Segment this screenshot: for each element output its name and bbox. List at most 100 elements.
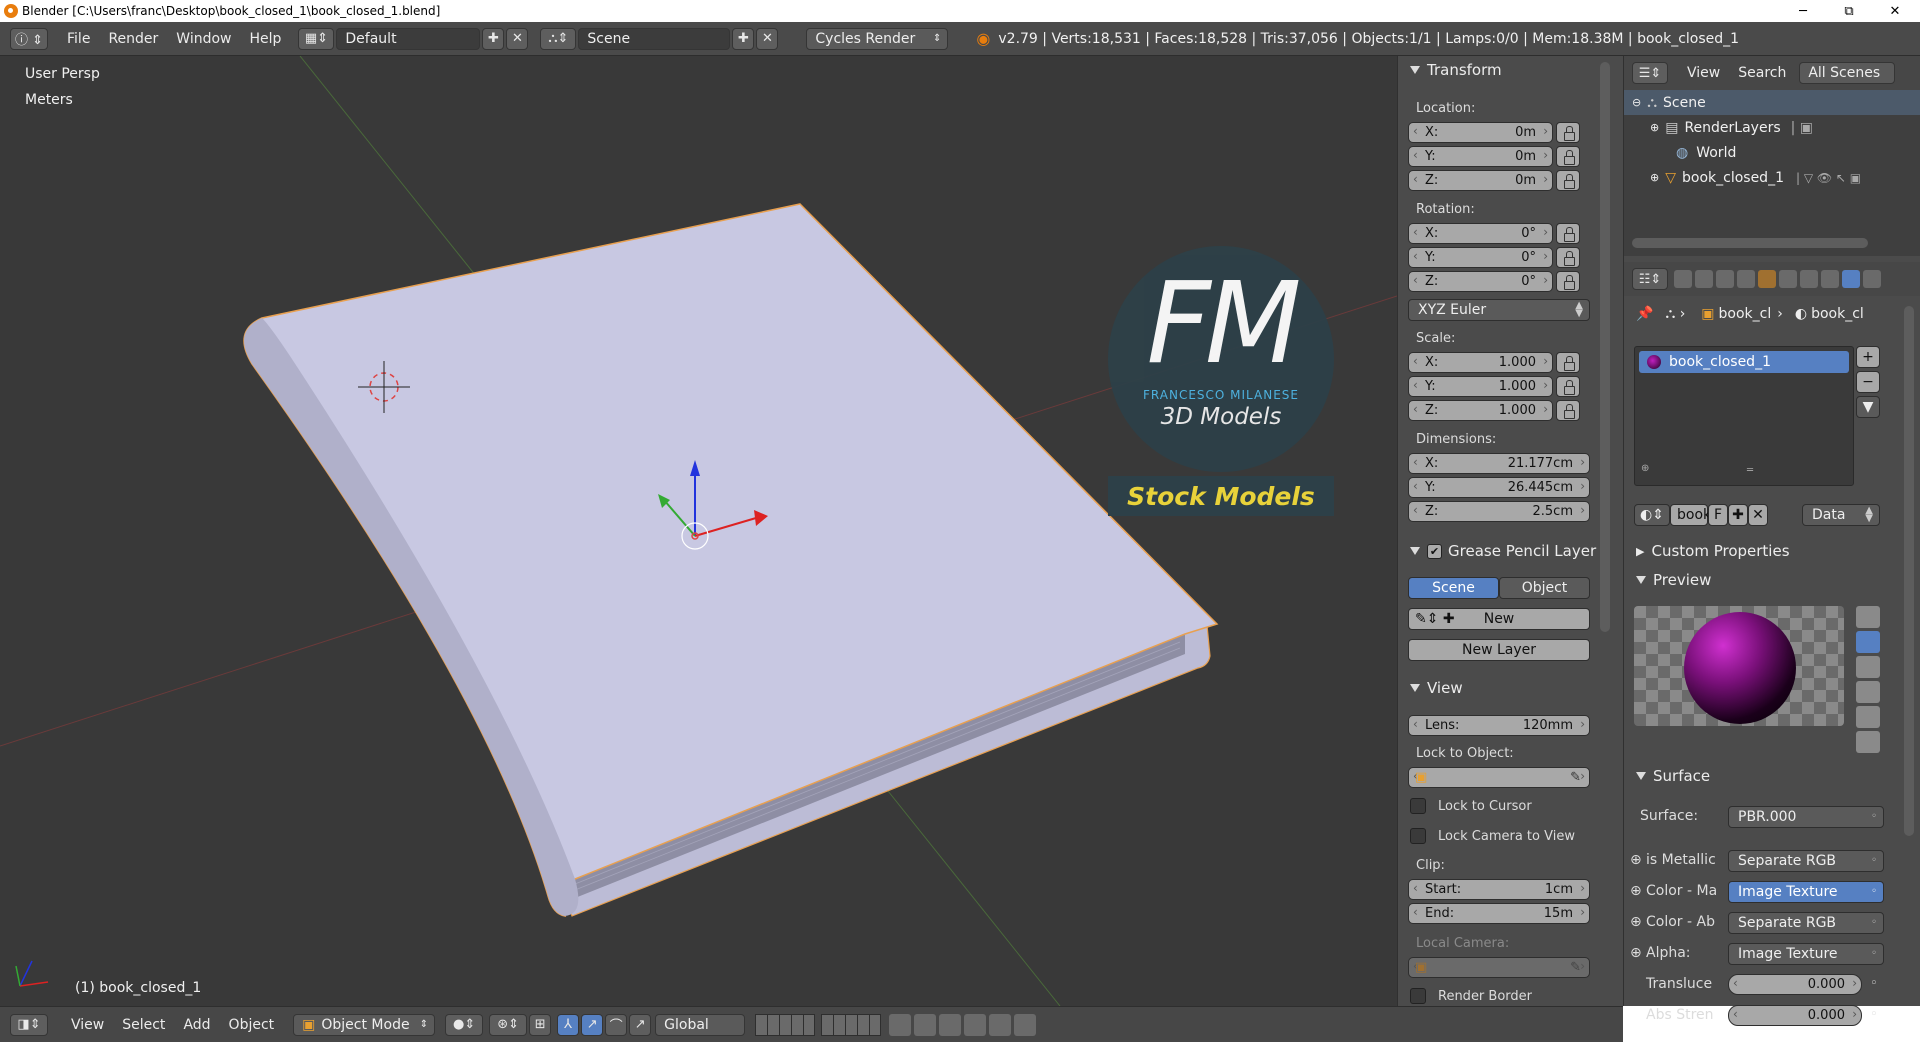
- transform-panel-header[interactable]: Transform: [1398, 58, 1608, 82]
- grease-new-button[interactable]: ✎⇕ ✚ New: [1408, 608, 1590, 630]
- grip-icon[interactable]: ═: [1747, 465, 1753, 476]
- scene-name-field[interactable]: Scene: [578, 27, 731, 50]
- layout-name-field[interactable]: Default: [336, 27, 481, 50]
- preview-sphere-icon[interactable]: [1856, 631, 1880, 653]
- material-tab-icon[interactable]: [1842, 270, 1860, 288]
- preview-cube-icon[interactable]: [1856, 656, 1880, 678]
- lock-icon[interactable]: [1556, 122, 1580, 143]
- lock-object-field[interactable]: ▣✎: [1408, 767, 1590, 788]
- menu-view[interactable]: View: [62, 1017, 113, 1033]
- scale-z-field[interactable]: Z: 1.000: [1408, 400, 1553, 421]
- render-animation-icon[interactable]: [1014, 1013, 1037, 1036]
- rotation-x-field[interactable]: X: 0°: [1408, 223, 1553, 244]
- outliner-editor-type-button[interactable]: ☰⇕: [1632, 62, 1668, 84]
- proportional-edit-icon[interactable]: [914, 1013, 937, 1036]
- add-scene-button[interactable]: ✚: [732, 27, 755, 50]
- outliner-hscrollbar[interactable]: [1632, 238, 1868, 248]
- slot-specials-button[interactable]: ▼: [1856, 396, 1880, 418]
- grease-object-toggle[interactable]: Object: [1499, 577, 1590, 599]
- location-y-field[interactable]: Y: 0m: [1408, 146, 1553, 167]
- lens-field[interactable]: Lens: 120mm: [1408, 715, 1590, 736]
- layout-selector-button[interactable]: ▦⇕: [298, 27, 335, 50]
- material-slots-list[interactable]: book_closed_1 ⊕ ═: [1634, 346, 1854, 486]
- add-layout-button[interactable]: ✚: [482, 27, 505, 50]
- menu-add[interactable]: Add: [174, 1017, 219, 1033]
- preview-hair-icon[interactable]: [1856, 706, 1880, 728]
- layers-tab-icon[interactable]: [1695, 270, 1713, 288]
- render-tab-icon[interactable]: [1674, 270, 1692, 288]
- modifiers-tab-icon[interactable]: [1800, 270, 1818, 288]
- material-slot-row[interactable]: book_closed_1: [1639, 351, 1849, 373]
- snap-icon[interactable]: [939, 1013, 962, 1036]
- expand-plus-icon[interactable]: ⊕: [1630, 914, 1642, 930]
- object-tab-icon[interactable]: [1758, 270, 1776, 288]
- outliner-view-menu[interactable]: View: [1678, 65, 1729, 81]
- rotation-z-field[interactable]: Z: 0°: [1408, 271, 1553, 292]
- local-camera-field[interactable]: ▣✎: [1408, 957, 1590, 978]
- scene-selector-button[interactable]: ⛬⇕: [540, 27, 577, 50]
- 3d-viewport[interactable]: User Persp Meters (1) book_closed_1 FM F…: [0, 56, 1397, 1006]
- circle-icon[interactable]: ◦: [1870, 976, 1878, 991]
- link-data-dropdown[interactable]: Data ▲ ▼: [1802, 504, 1880, 526]
- remove-layout-button[interactable]: ✕: [506, 27, 529, 50]
- menu-help[interactable]: Help: [240, 31, 290, 47]
- outliner-item-book[interactable]: ⊕ ▽ book_closed_1 | ▽ 👁 ↖ ▣: [1624, 165, 1920, 190]
- viewport-shading-button[interactable]: ●⇕: [445, 1013, 484, 1036]
- circle-icon[interactable]: ◦: [1870, 1007, 1878, 1022]
- viewport-editor-type-button[interactable]: ◨⇕: [10, 1013, 48, 1036]
- lock-icon[interactable]: [1556, 170, 1580, 191]
- visibility-icons[interactable]: | ▽ 👁 ↖ ▣: [1796, 171, 1861, 185]
- outliner[interactable]: ☰⇕ View Search All Scenes ⊖ ⛬ Scene ⊕ ▤ Rend…: [1624, 56, 1920, 256]
- clip-end-field[interactable]: End: 15m: [1408, 903, 1590, 924]
- preview-sky-icon[interactable]: [1856, 731, 1880, 753]
- fake-user-button[interactable]: F: [1708, 504, 1728, 526]
- remove-slot-button[interactable]: −: [1856, 371, 1880, 393]
- grease-scene-toggle[interactable]: Scene: [1408, 577, 1499, 599]
- scale-manipulator-button[interactable]: ⌒: [605, 1013, 628, 1036]
- rotation-mode-dropdown[interactable]: XYZ Euler ▲ ▼: [1408, 299, 1590, 321]
- material-name-field[interactable]: book: [1670, 504, 1711, 526]
- layer-grid-b[interactable]: [821, 1013, 882, 1036]
- world-tab-icon[interactable]: [1737, 270, 1755, 288]
- scene-tab-icon[interactable]: [1716, 270, 1734, 288]
- resize-handle-icon[interactable]: ⊕: [1641, 463, 1649, 474]
- lock-icon[interactable]: [1556, 376, 1580, 397]
- abs-strength-slider[interactable]: 0.000: [1728, 1005, 1862, 1026]
- transform-orientation-dropdown[interactable]: Global: [655, 1013, 746, 1036]
- maximize-button[interactable]: ⧉: [1826, 0, 1872, 22]
- editor-type-button[interactable]: ⓘ ⇕: [10, 27, 48, 50]
- expand-plus-icon[interactable]: ⊕: [1630, 883, 1642, 899]
- sidebar-scrollbar[interactable]: [1600, 62, 1610, 632]
- minimize-button[interactable]: ─: [1780, 0, 1826, 22]
- properties-editor-type-button[interactable]: ☷⇕: [1632, 268, 1668, 290]
- data-tab-icon[interactable]: [1821, 270, 1839, 288]
- expand-plus-icon[interactable]: ⊕: [1630, 852, 1642, 868]
- menu-select[interactable]: Select: [113, 1017, 174, 1033]
- interaction-mode-dropdown[interactable]: ▣ Object Mode ⇕: [293, 1013, 436, 1036]
- alpha-input-dropdown[interactable]: Image Texture ◦: [1728, 943, 1884, 965]
- opengl-render-icon[interactable]: [989, 1013, 1012, 1036]
- breadcrumb-material[interactable]: book_cl: [1811, 306, 1864, 322]
- checkbox-checked-icon[interactable]: ✔: [1427, 543, 1442, 559]
- add-slot-button[interactable]: +: [1856, 346, 1880, 368]
- lock-camera-checkbox[interactable]: [1410, 828, 1426, 844]
- menu-render[interactable]: Render: [99, 31, 167, 47]
- pivot-point-button[interactable]: ⊛⇕: [489, 1013, 528, 1036]
- metallic-input-dropdown[interactable]: Separate RGB ◦: [1728, 850, 1884, 872]
- rotate-manipulator-button[interactable]: ↗: [581, 1013, 604, 1036]
- remove-scene-button[interactable]: ✕: [756, 27, 779, 50]
- material-browse-button[interactable]: ◐⇕: [1634, 504, 1670, 526]
- outliner-item-world[interactable]: ◍ World: [1624, 140, 1920, 165]
- lock-icon[interactable]: [1556, 271, 1580, 292]
- surface-header[interactable]: Surface: [1624, 764, 1834, 788]
- render-engine-dropdown[interactable]: Cycles Render ⇕: [806, 27, 949, 50]
- outliner-search-menu[interactable]: Search: [1729, 65, 1795, 81]
- color-ab-input-dropdown[interactable]: Separate RGB ◦: [1728, 912, 1884, 934]
- custom-properties-header[interactable]: ▶ Custom Properties: [1624, 539, 1834, 563]
- scale-x-field[interactable]: X: 1.000: [1408, 352, 1553, 373]
- manipulator-toggle[interactable]: ⊞: [529, 1013, 552, 1036]
- dimensions-y-field[interactable]: Y: 26.445cm: [1408, 477, 1590, 498]
- scale-y-field[interactable]: Y: 1.000: [1408, 376, 1553, 397]
- view-panel-header[interactable]: View: [1398, 676, 1608, 700]
- pin-icon[interactable]: 📌: [1636, 306, 1653, 322]
